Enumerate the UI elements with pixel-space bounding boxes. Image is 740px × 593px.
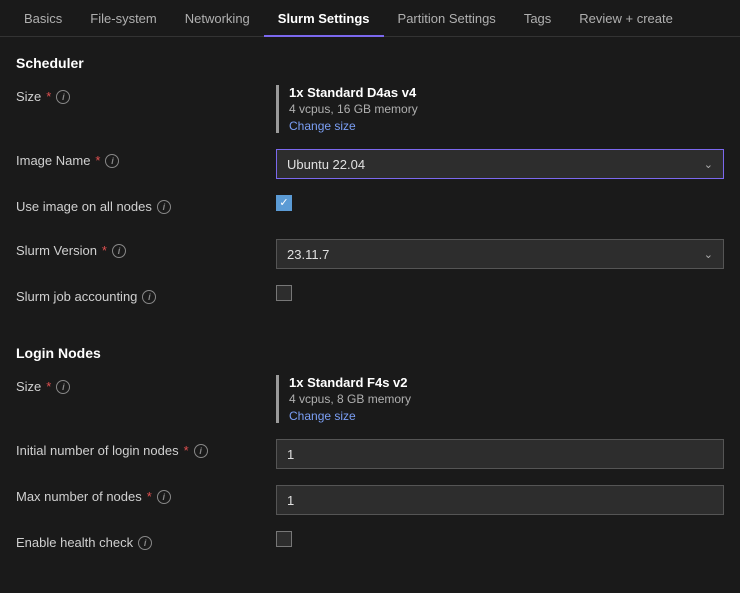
scheduler-section-header: Scheduler bbox=[16, 55, 724, 71]
scheduler-image-required: * bbox=[95, 153, 100, 168]
scheduler-size-row: Size * i 1x Standard D4as v4 4 vcpus, 16… bbox=[16, 85, 724, 133]
slurm-version-row: Slurm Version * i 23.11.7 ⌄ bbox=[16, 239, 724, 269]
health-check-label: Enable health check i bbox=[16, 531, 276, 550]
slurm-accounting-value bbox=[276, 285, 724, 301]
slurm-version-dropdown-value: 23.11.7 bbox=[287, 247, 329, 262]
tab-networking[interactable]: Networking bbox=[171, 0, 264, 37]
max-nodes-input[interactable] bbox=[276, 485, 724, 515]
slurm-version-required: * bbox=[102, 243, 107, 258]
scheduler-size-detail: 4 vcpus, 16 GB memory bbox=[289, 102, 724, 116]
slurm-accounting-info-icon[interactable]: i bbox=[142, 290, 156, 304]
login-nodes-section-header: Login Nodes bbox=[16, 345, 724, 361]
scheduler-image-info-icon[interactable]: i bbox=[105, 154, 119, 168]
max-nodes-row: Max number of nodes * i bbox=[16, 485, 724, 515]
login-size-detail: 4 vcpus, 8 GB memory bbox=[289, 392, 724, 406]
max-nodes-value bbox=[276, 485, 724, 515]
scheduler-change-size-link[interactable]: Change size bbox=[289, 119, 724, 133]
scheduler-image-label: Image Name * i bbox=[16, 149, 276, 168]
use-image-checkbox[interactable] bbox=[276, 195, 292, 211]
max-nodes-label: Max number of nodes * i bbox=[16, 485, 276, 504]
scheduler-image-dropdown[interactable]: Ubuntu 22.04 ⌄ bbox=[276, 149, 724, 179]
tab-slurm-settings[interactable]: Slurm Settings bbox=[264, 0, 384, 37]
tab-tags[interactable]: Tags bbox=[510, 0, 565, 37]
health-check-value bbox=[276, 531, 724, 547]
login-size-row: Size * i 1x Standard F4s v2 4 vcpus, 8 G… bbox=[16, 375, 724, 423]
initial-nodes-label: Initial number of login nodes * i bbox=[16, 439, 276, 458]
scheduler-image-dropdown-value: Ubuntu 22.04 bbox=[287, 157, 365, 172]
slurm-version-label: Slurm Version * i bbox=[16, 239, 276, 258]
use-image-row: Use image on all nodes i bbox=[16, 195, 724, 223]
scheduler-size-label: Size * i bbox=[16, 85, 276, 104]
use-image-info-icon[interactable]: i bbox=[157, 200, 171, 214]
slurm-version-info-icon[interactable]: i bbox=[112, 244, 126, 258]
scheduler-size-name: 1x Standard D4as v4 bbox=[289, 85, 724, 100]
scheduler-size-info-icon[interactable]: i bbox=[56, 90, 70, 104]
max-nodes-info-icon[interactable]: i bbox=[157, 490, 171, 504]
login-size-info-icon[interactable]: i bbox=[56, 380, 70, 394]
login-size-name: 1x Standard F4s v2 bbox=[289, 375, 724, 390]
slurm-accounting-label: Slurm job accounting i bbox=[16, 285, 276, 304]
login-size-value: 1x Standard F4s v2 4 vcpus, 8 GB memory … bbox=[276, 375, 724, 423]
login-size-required: * bbox=[46, 379, 51, 394]
scheduler-size-value: 1x Standard D4as v4 4 vcpus, 16 GB memor… bbox=[276, 85, 724, 133]
slurm-version-dropdown[interactable]: 23.11.7 ⌄ bbox=[276, 239, 724, 269]
use-image-label: Use image on all nodes i bbox=[16, 195, 276, 214]
health-check-info-icon[interactable]: i bbox=[138, 536, 152, 550]
slurm-accounting-checkbox[interactable] bbox=[276, 285, 292, 301]
tab-basics[interactable]: Basics bbox=[10, 0, 76, 37]
slurm-version-value: 23.11.7 ⌄ bbox=[276, 239, 724, 269]
scheduler-image-chevron-icon: ⌄ bbox=[704, 158, 713, 171]
main-content: Scheduler Size * i 1x Standard D4as v4 4… bbox=[0, 37, 740, 593]
initial-nodes-input[interactable] bbox=[276, 439, 724, 469]
scheduler-size-required: * bbox=[46, 89, 51, 104]
health-check-row: Enable health check i bbox=[16, 531, 724, 559]
tab-review-create[interactable]: Review + create bbox=[565, 0, 687, 37]
max-nodes-required: * bbox=[147, 489, 152, 504]
tab-bar: Basics File-system Networking Slurm Sett… bbox=[0, 0, 740, 37]
initial-nodes-required: * bbox=[184, 443, 189, 458]
use-image-value bbox=[276, 195, 724, 211]
scheduler-image-value: Ubuntu 22.04 ⌄ bbox=[276, 149, 724, 179]
login-change-size-link[interactable]: Change size bbox=[289, 409, 724, 423]
initial-nodes-row: Initial number of login nodes * i bbox=[16, 439, 724, 469]
tab-filesystem[interactable]: File-system bbox=[76, 0, 170, 37]
initial-nodes-value bbox=[276, 439, 724, 469]
login-size-label: Size * i bbox=[16, 375, 276, 394]
initial-nodes-info-icon[interactable]: i bbox=[194, 444, 208, 458]
scheduler-image-row: Image Name * i Ubuntu 22.04 ⌄ bbox=[16, 149, 724, 179]
slurm-accounting-row: Slurm job accounting i bbox=[16, 285, 724, 313]
tab-partition-settings[interactable]: Partition Settings bbox=[384, 0, 510, 37]
slurm-version-chevron-icon: ⌄ bbox=[704, 248, 713, 261]
health-check-checkbox[interactable] bbox=[276, 531, 292, 547]
login-size-display: 1x Standard F4s v2 4 vcpus, 8 GB memory … bbox=[276, 375, 724, 423]
scheduler-size-display: 1x Standard D4as v4 4 vcpus, 16 GB memor… bbox=[276, 85, 724, 133]
